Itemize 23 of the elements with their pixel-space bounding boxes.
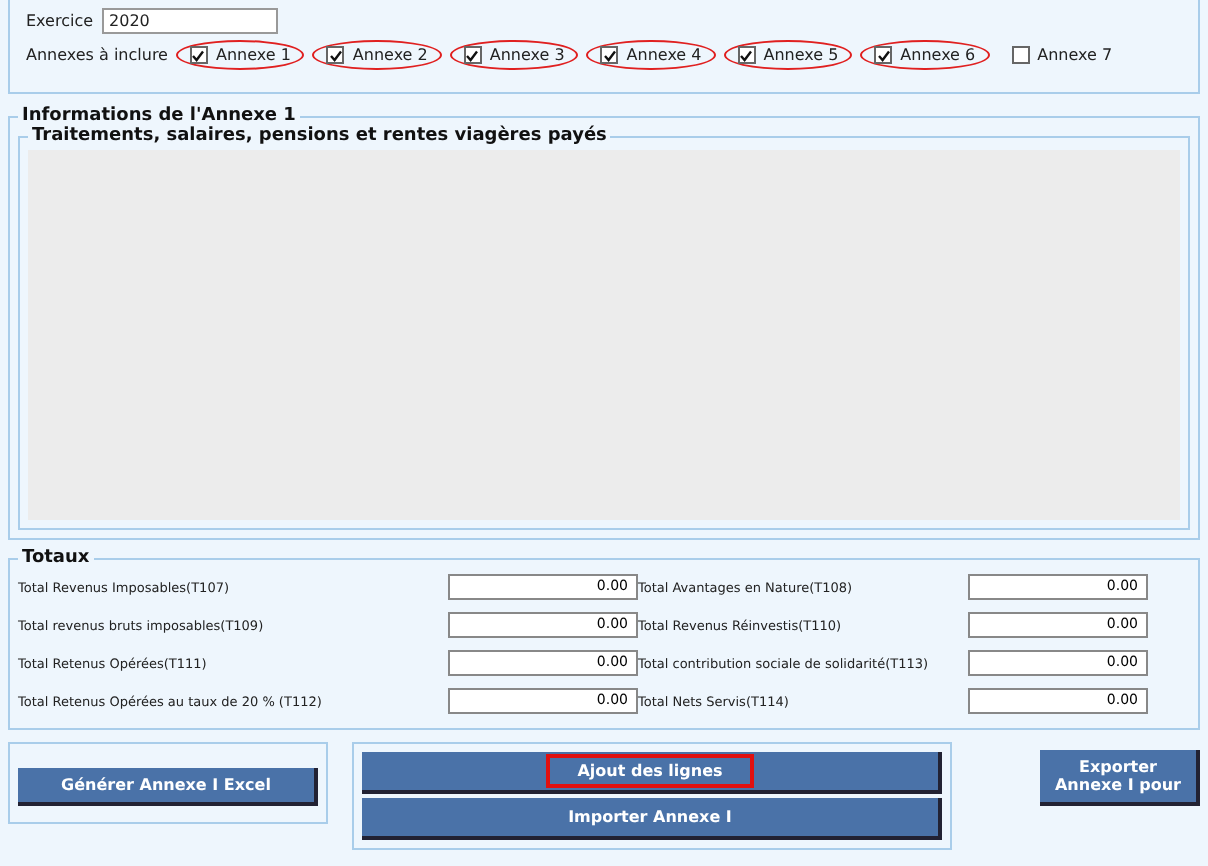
- exercice-field[interactable]: 2020: [101, 8, 278, 34]
- annexe-checkbox[interactable]: Annexe 4: [586, 40, 716, 70]
- check-icon: [192, 49, 205, 61]
- totaux-title: Totaux: [20, 548, 92, 568]
- annexe-checkbox[interactable]: Annexe 2: [312, 40, 442, 70]
- check-icon: [877, 49, 890, 61]
- section-title: Informations de l'Annexe 1: [20, 106, 298, 126]
- annexe-checkbox[interactable]: Annexe 7: [997, 40, 1127, 70]
- annexe-checkbox[interactable]: Annexe 3: [449, 40, 579, 70]
- annexe-checkbox[interactable]: Annexe 6: [860, 40, 990, 70]
- check-icon: [329, 49, 342, 61]
- annexe-checkbox[interactable]: Annexe 1: [175, 40, 305, 70]
- section-subtitle: Traitements, salaires, pensions et rentes viagères payés: [30, 126, 609, 146]
- export-button[interactable]: Exporter Annexe I pour: [1040, 750, 1200, 806]
- annexe-checkbox[interactable]: Annexe 5: [723, 40, 853, 70]
- check-icon: [740, 49, 753, 61]
- annexes-label: Annexes à inclure: [26, 46, 168, 64]
- action-button[interactable]: Ajout des lignes: [362, 752, 942, 794]
- check-icon: [466, 49, 479, 61]
- action-button[interactable]: Importer Annexe I: [362, 798, 942, 840]
- check-icon: [603, 49, 616, 61]
- exercice-label: Exercice: [26, 12, 94, 30]
- generate-button[interactable]: Générer Annexe I Excel: [18, 768, 318, 806]
